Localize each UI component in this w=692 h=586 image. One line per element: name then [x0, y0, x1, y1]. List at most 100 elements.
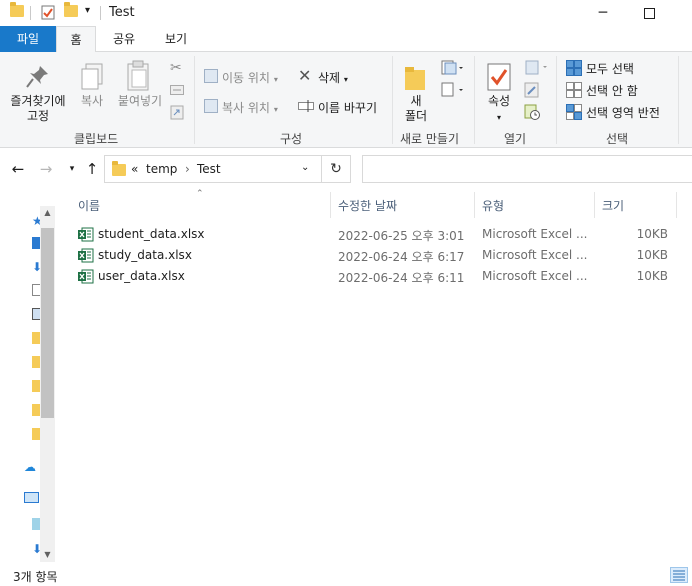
- address-dropdown-chevron-icon[interactable]: ⌄: [301, 162, 309, 173]
- copy-to-label: 복사 위치: [222, 101, 270, 115]
- select-group-label: 선택: [606, 132, 629, 146]
- refresh-icon: ↻: [330, 161, 342, 177]
- paste-button[interactable]: 붙여넣기: [112, 94, 168, 109]
- file-size: 10KB: [636, 227, 668, 241]
- properties-label: 속성: [487, 94, 511, 108]
- select-none-button[interactable]: 선택 안 함: [586, 82, 638, 99]
- item-count: 3개 항목: [13, 570, 58, 584]
- new-group-label: 새로 만들기: [400, 132, 460, 146]
- column-header-date[interactable]: 수정한 날짜: [338, 197, 397, 214]
- easy-access-icon[interactable]: [440, 82, 464, 101]
- history-icon[interactable]: [524, 104, 540, 123]
- new-folder-button[interactable]: 새 폴더: [398, 94, 434, 124]
- file-date: 2022-06-24 오후 6:11: [338, 271, 465, 285]
- invert-selection-button[interactable]: 선택 영역 반전: [586, 104, 660, 121]
- file-type: Microsoft Excel ...: [482, 227, 588, 241]
- nav-scrollbar-thumb[interactable]: [41, 228, 54, 418]
- breadcrumb-temp[interactable]: temp: [146, 162, 177, 176]
- file-name: user_data.xlsx: [98, 269, 185, 283]
- group-separator: [474, 56, 475, 144]
- open-icon[interactable]: [524, 60, 550, 79]
- file-row[interactable]: student_data.xlsx 2022-06-25 오후 3:01 Mic…: [72, 224, 678, 245]
- excel-file-icon: [78, 269, 94, 284]
- copy-path-icon[interactable]: [170, 84, 184, 98]
- select-none-icon: [566, 82, 582, 101]
- customize-quick-access-icon[interactable]: ▾: [85, 5, 90, 16]
- search-input[interactable]: [362, 155, 692, 183]
- pin-to-quick-access-button[interactable]: 즐겨찾기에 고정: [4, 94, 72, 124]
- details-view-icon: [673, 570, 685, 581]
- move-to-icon: [204, 69, 218, 86]
- copy-button[interactable]: 복사: [76, 94, 108, 109]
- file-date: 2022-06-24 오후 6:17: [338, 250, 465, 264]
- status-bar: 3개 항목: [0, 564, 692, 586]
- breadcrumb-overflow[interactable]: «: [131, 162, 138, 176]
- properties-icon: [486, 62, 512, 95]
- scroll-up-arrow-icon[interactable]: ▲: [40, 206, 55, 220]
- group-separator: [392, 56, 393, 144]
- column-header-name[interactable]: 이름: [78, 197, 100, 214]
- file-row[interactable]: user_data.xlsx 2022-06-24 오후 6:11 Micros…: [72, 266, 678, 287]
- select-all-button[interactable]: 모두 선택: [586, 60, 634, 77]
- navigation-pane: ★ ⬇ ☁ ⬇ ▲ ▼: [0, 192, 56, 564]
- folder-icon: [10, 2, 24, 17]
- tab-share[interactable]: 공유: [104, 26, 144, 52]
- delete-icon: ✕: [298, 66, 312, 85]
- recent-locations-chevron-icon[interactable]: ▾: [62, 159, 82, 179]
- delete-label: 삭제: [318, 71, 341, 85]
- copy-to-button[interactable]: 복사 위치 ▾: [222, 99, 278, 116]
- scroll-down-arrow-icon[interactable]: ▼: [40, 548, 55, 562]
- column-header-size[interactable]: 크기: [602, 197, 624, 214]
- column-separator[interactable]: [330, 192, 331, 218]
- column-separator[interactable]: [594, 192, 595, 218]
- column-separator[interactable]: [676, 192, 677, 218]
- column-separator[interactable]: [474, 192, 475, 218]
- onedrive-cloud-icon[interactable]: ☁: [24, 460, 38, 474]
- refresh-button[interactable]: ↻: [321, 155, 351, 183]
- title-separator-2: [100, 6, 101, 20]
- move-to-button[interactable]: 이동 위치 ▾: [222, 69, 278, 86]
- ribbon-tabs: 파일 홈 공유 보기: [0, 26, 692, 53]
- excel-file-icon: [78, 248, 94, 263]
- edit-icon[interactable]: [524, 82, 540, 101]
- this-pc-icon[interactable]: [24, 492, 39, 503]
- properties-button[interactable]: 속성 ▾: [480, 94, 518, 125]
- properties-quick-icon[interactable]: [41, 4, 55, 23]
- folder-icon: [112, 161, 126, 176]
- tab-file[interactable]: 파일: [0, 26, 56, 52]
- maximize-button[interactable]: [626, 0, 672, 26]
- new-folder-quick-icon[interactable]: [64, 2, 78, 17]
- tab-view[interactable]: 보기: [156, 26, 196, 52]
- file-size: 10KB: [636, 269, 668, 283]
- paste-icon: [126, 60, 152, 95]
- minimize-button[interactable]: ─: [580, 0, 626, 26]
- open-group-label: 열기: [504, 132, 527, 146]
- cut-icon[interactable]: ✂: [170, 60, 182, 76]
- breadcrumb-separator: ›: [185, 162, 190, 176]
- new-folder-line2: 폴더: [404, 109, 428, 123]
- rename-icon: [298, 99, 314, 116]
- navigation-bar: ← → ▾ ↑ « temp › Test ⌄ ↻: [0, 148, 692, 192]
- forward-arrow-icon[interactable]: →: [36, 159, 56, 179]
- rename-button[interactable]: 이름 바꾸기: [318, 99, 377, 116]
- new-item-icon[interactable]: [440, 60, 464, 79]
- group-separator: [556, 56, 557, 144]
- details-view-button[interactable]: [670, 567, 688, 583]
- column-header-type[interactable]: 유형: [482, 197, 504, 214]
- file-name: study_data.xlsx: [98, 248, 192, 262]
- group-separator: [678, 56, 679, 144]
- address-bar[interactable]: « temp › Test ⌄: [104, 155, 322, 183]
- new-folder-line1: 새: [410, 94, 422, 108]
- pin-icon: [26, 64, 50, 93]
- window-title: Test: [109, 5, 135, 20]
- tab-home[interactable]: 홈: [56, 26, 96, 53]
- file-row[interactable]: study_data.xlsx 2022-06-24 오후 6:17 Micro…: [72, 245, 678, 266]
- select-all-icon: [566, 60, 582, 79]
- file-type: Microsoft Excel ...: [482, 269, 588, 283]
- file-list-header: 이름 ⌃ 수정한 날짜 유형 크기: [56, 189, 692, 218]
- back-arrow-icon[interactable]: ←: [8, 159, 28, 179]
- breadcrumb-test[interactable]: Test: [197, 162, 221, 176]
- up-arrow-icon[interactable]: ↑: [82, 159, 102, 179]
- paste-shortcut-icon[interactable]: [170, 104, 184, 123]
- delete-button[interactable]: 삭제 ▾: [318, 69, 348, 86]
